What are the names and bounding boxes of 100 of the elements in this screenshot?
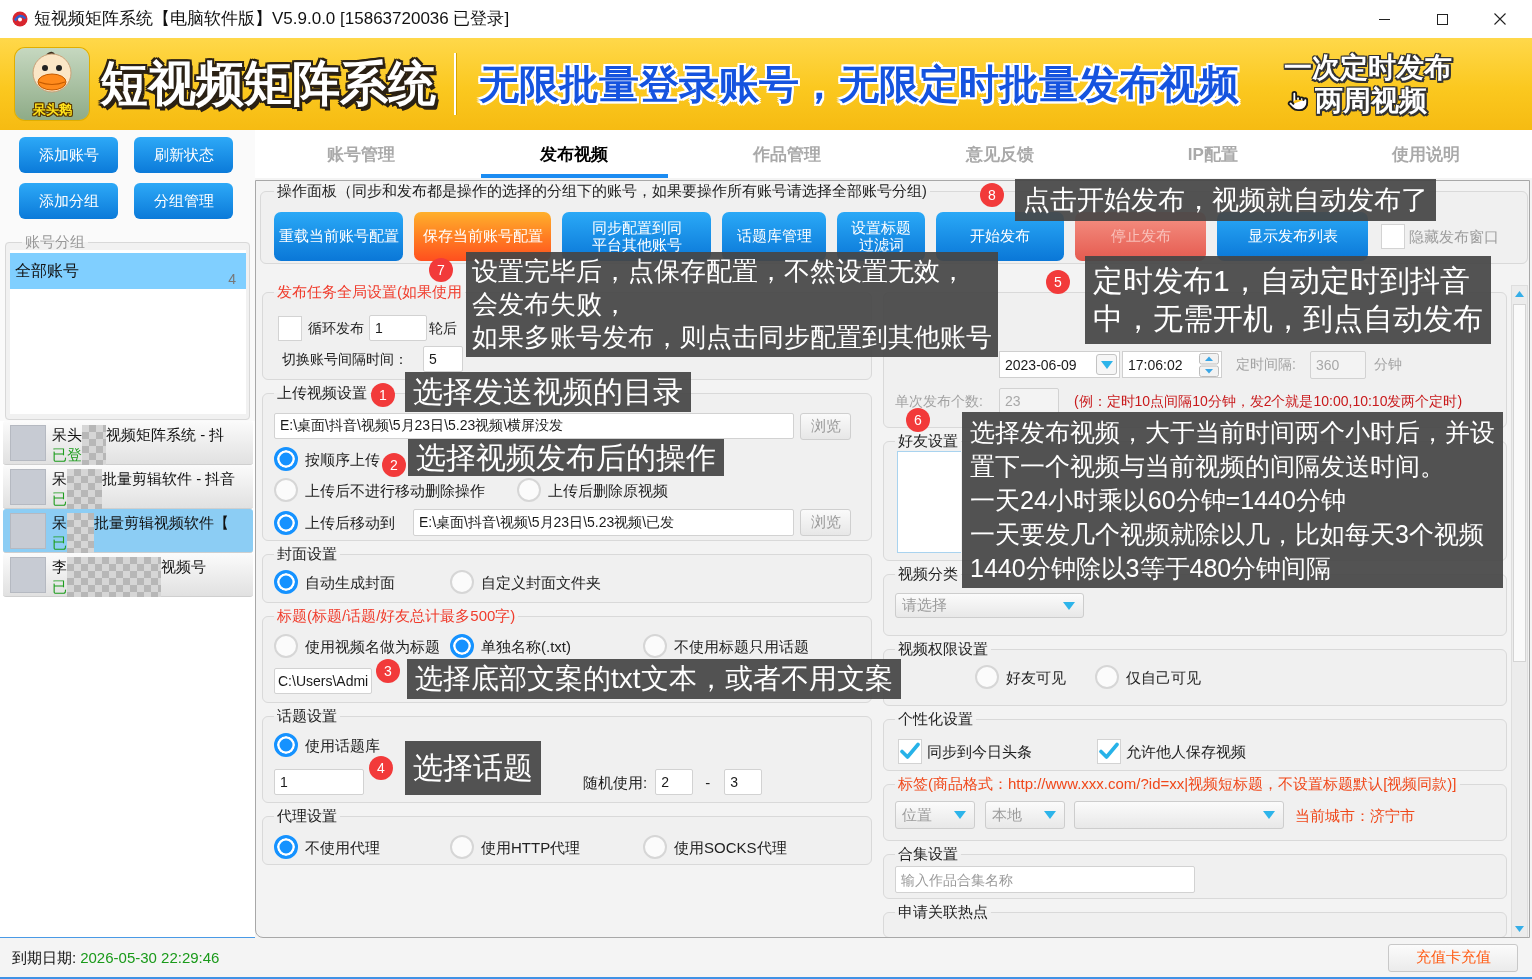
scrollbar-thumb[interactable] [1513,304,1526,662]
promo-text: 两周视频 [1315,84,1427,117]
option-label: 自定义封面文件夹 [481,573,601,591]
option-label: 好友可见 [1006,668,1066,686]
time-field[interactable]: 17:06:02 [1122,351,1222,378]
option-label: 使用HTTP代理 [481,838,581,856]
field-label: 随机使用: [583,773,648,791]
annotation-callout: 选择发送视频的目录 [405,372,691,412]
account-item[interactable]: 李 已 视频号 [3,553,253,597]
example-note: (例：定时10点间隔10分钟，发2个就是10:00,10:10发两个定时) [1073,392,1463,410]
option-label: 上传后删除原视频 [548,481,668,499]
group-box-title: 账号分组 [24,234,86,250]
input-field[interactable]: E:\桌面\抖音\视频\5月23日\5.23视频\已发 [413,509,794,536]
mosaic-blur [67,469,102,509]
input-field[interactable]: 3 [724,769,763,795]
section-title: 操作面板（同步和发布都是操作的选择的分组下的账号，如果要操作所有账号请选择全部账号分组) [276,183,928,199]
dropdown-arrow-icon [954,811,966,819]
range-separator: - [705,773,711,791]
annotation-callout: 设置完毕后，点保存配置，不然设置无效， 会发布失败， 如果多账号发布，则点击同步配置到其他账号 [466,252,998,357]
option-label: 使用SOCKS代理 [674,838,787,856]
tab[interactable]: 使用说明 [1319,130,1532,178]
section-title: 好友设置 [897,433,959,449]
account-name: 呆 [52,513,67,533]
checkbox[interactable] [278,315,302,341]
input-field[interactable]: E:\桌面\抖音\视频\5月23日\5.23视频\横屏没发 [274,413,794,439]
section-title: 合集设置 [897,846,959,862]
input-field[interactable]: 5 [423,346,463,372]
section-title: 封面设置 [276,546,338,562]
browse-button[interactable]: 浏览 [800,412,851,440]
tab[interactable]: 发布视频 [467,130,681,178]
tick-icon [900,742,920,760]
pointing-hand-icon [1287,89,1309,112]
input-field[interactable]: 输入作品合集名称 [895,866,1195,893]
section-title: 标签(商品格式：http://www.xxx.com/?id=xx|视频短标题，不设置标题默认[视频同款)] [897,776,1458,792]
unit-label: 分钟 [1373,356,1402,373]
mosaic-blur [82,425,106,465]
sidebar-button[interactable]: 添加账号 [19,137,118,173]
annotation-callout: 定时发布1，自动定时到抖音 中，无需开机，到点自动发布 [1085,256,1491,344]
group-name: 全部账号 [15,261,80,281]
account-item[interactable]: 呆 已 批量剪辑视频软件【 [3,509,253,553]
dropdown-arrow-icon [1063,601,1075,610]
option-label: 使用视频名做为标题 [305,637,440,655]
input-field[interactable]: 2 [655,769,694,795]
account-count: 4 [228,271,236,287]
dropdown-field[interactable]: 本地 [985,801,1065,829]
mosaic-blur [67,513,94,553]
checkbox[interactable] [1097,738,1121,764]
dropdown-field[interactable]: 请选择 [895,593,1084,618]
sidebar-button[interactable]: 刷新状态 [134,137,233,173]
input-field[interactable]: 1 [274,769,364,795]
account-name: 批量剪辑软件 - 抖音 [102,469,236,489]
tab[interactable]: 意见反馈 [893,130,1107,178]
recharge-button[interactable]: 充值卡充值 [1388,943,1518,972]
option-label: 单独名称(.txt) [481,637,571,655]
spin-arrows-icon [1199,352,1219,377]
radio-button[interactable] [274,733,298,757]
avatar-placeholder [10,469,46,505]
logo-text: 呆头鹅 [32,102,72,117]
radio-button[interactable] [274,447,298,471]
field-label: 轮后 [429,319,457,337]
option-label: 上传后移动到 [305,514,395,531]
friend-list[interactable] [897,451,961,553]
field-label: 循环发布 [308,319,364,337]
tab[interactable]: IP配置 [1106,130,1320,178]
expiry-label: 到期日期: [12,949,77,966]
date-field[interactable]: 2023-06-09 [999,351,1120,378]
checkbox[interactable] [898,738,922,764]
sidebar-button[interactable]: 分组管理 [134,183,233,219]
account-item[interactable]: 呆头 已登 视频矩阵系统 - 抖 [3,421,253,465]
action-button[interactable]: 重载当前账号配置 [274,212,403,261]
section-title: 话题设置 [276,708,338,724]
avatar-placeholder [10,425,46,461]
scrollbar[interactable] [1511,285,1528,937]
radio-button[interactable] [274,510,298,535]
slogan: 无限批量登录账号，无限定时批量发布视频 [479,61,1239,108]
input-field[interactable]: 23 [998,388,1059,414]
browse-button[interactable]: 浏览 [800,509,851,536]
input-field[interactable]: C:\Users\Admi [274,668,372,694]
annotation-callout: 选择话题 [405,741,541,795]
account-item[interactable]: 呆 已 批量剪辑软件 - 抖音 [3,465,253,509]
dropdown-button[interactable] [1096,354,1117,375]
checkbox[interactable] [1381,224,1405,249]
sidebar-button[interactable]: 添加分组 [19,183,118,219]
minimize-icon [1378,18,1390,20]
group-list-item[interactable]: 全部账号 4 [10,253,246,289]
radio-button[interactable] [274,570,298,594]
section-title: 申请关联热点 [897,904,989,920]
dropdown-field[interactable] [1074,801,1284,829]
input-field[interactable]: 360 [1309,350,1366,379]
section-title: 个性化设置 [897,711,974,727]
dropdown-field[interactable]: 位置 [895,801,975,829]
field-label: 定时间隔: [1236,356,1296,373]
section-title: 发布任务全局设置(如果使用 [276,284,463,300]
dropdown-arrow-icon [1100,360,1113,369]
input-field[interactable]: 1 [369,315,427,341]
tab[interactable]: 账号管理 [255,130,468,178]
radio-button[interactable] [274,835,298,859]
radio-button[interactable] [450,634,474,658]
tab[interactable]: 作品管理 [680,130,894,178]
login-status: 已 [52,489,67,509]
